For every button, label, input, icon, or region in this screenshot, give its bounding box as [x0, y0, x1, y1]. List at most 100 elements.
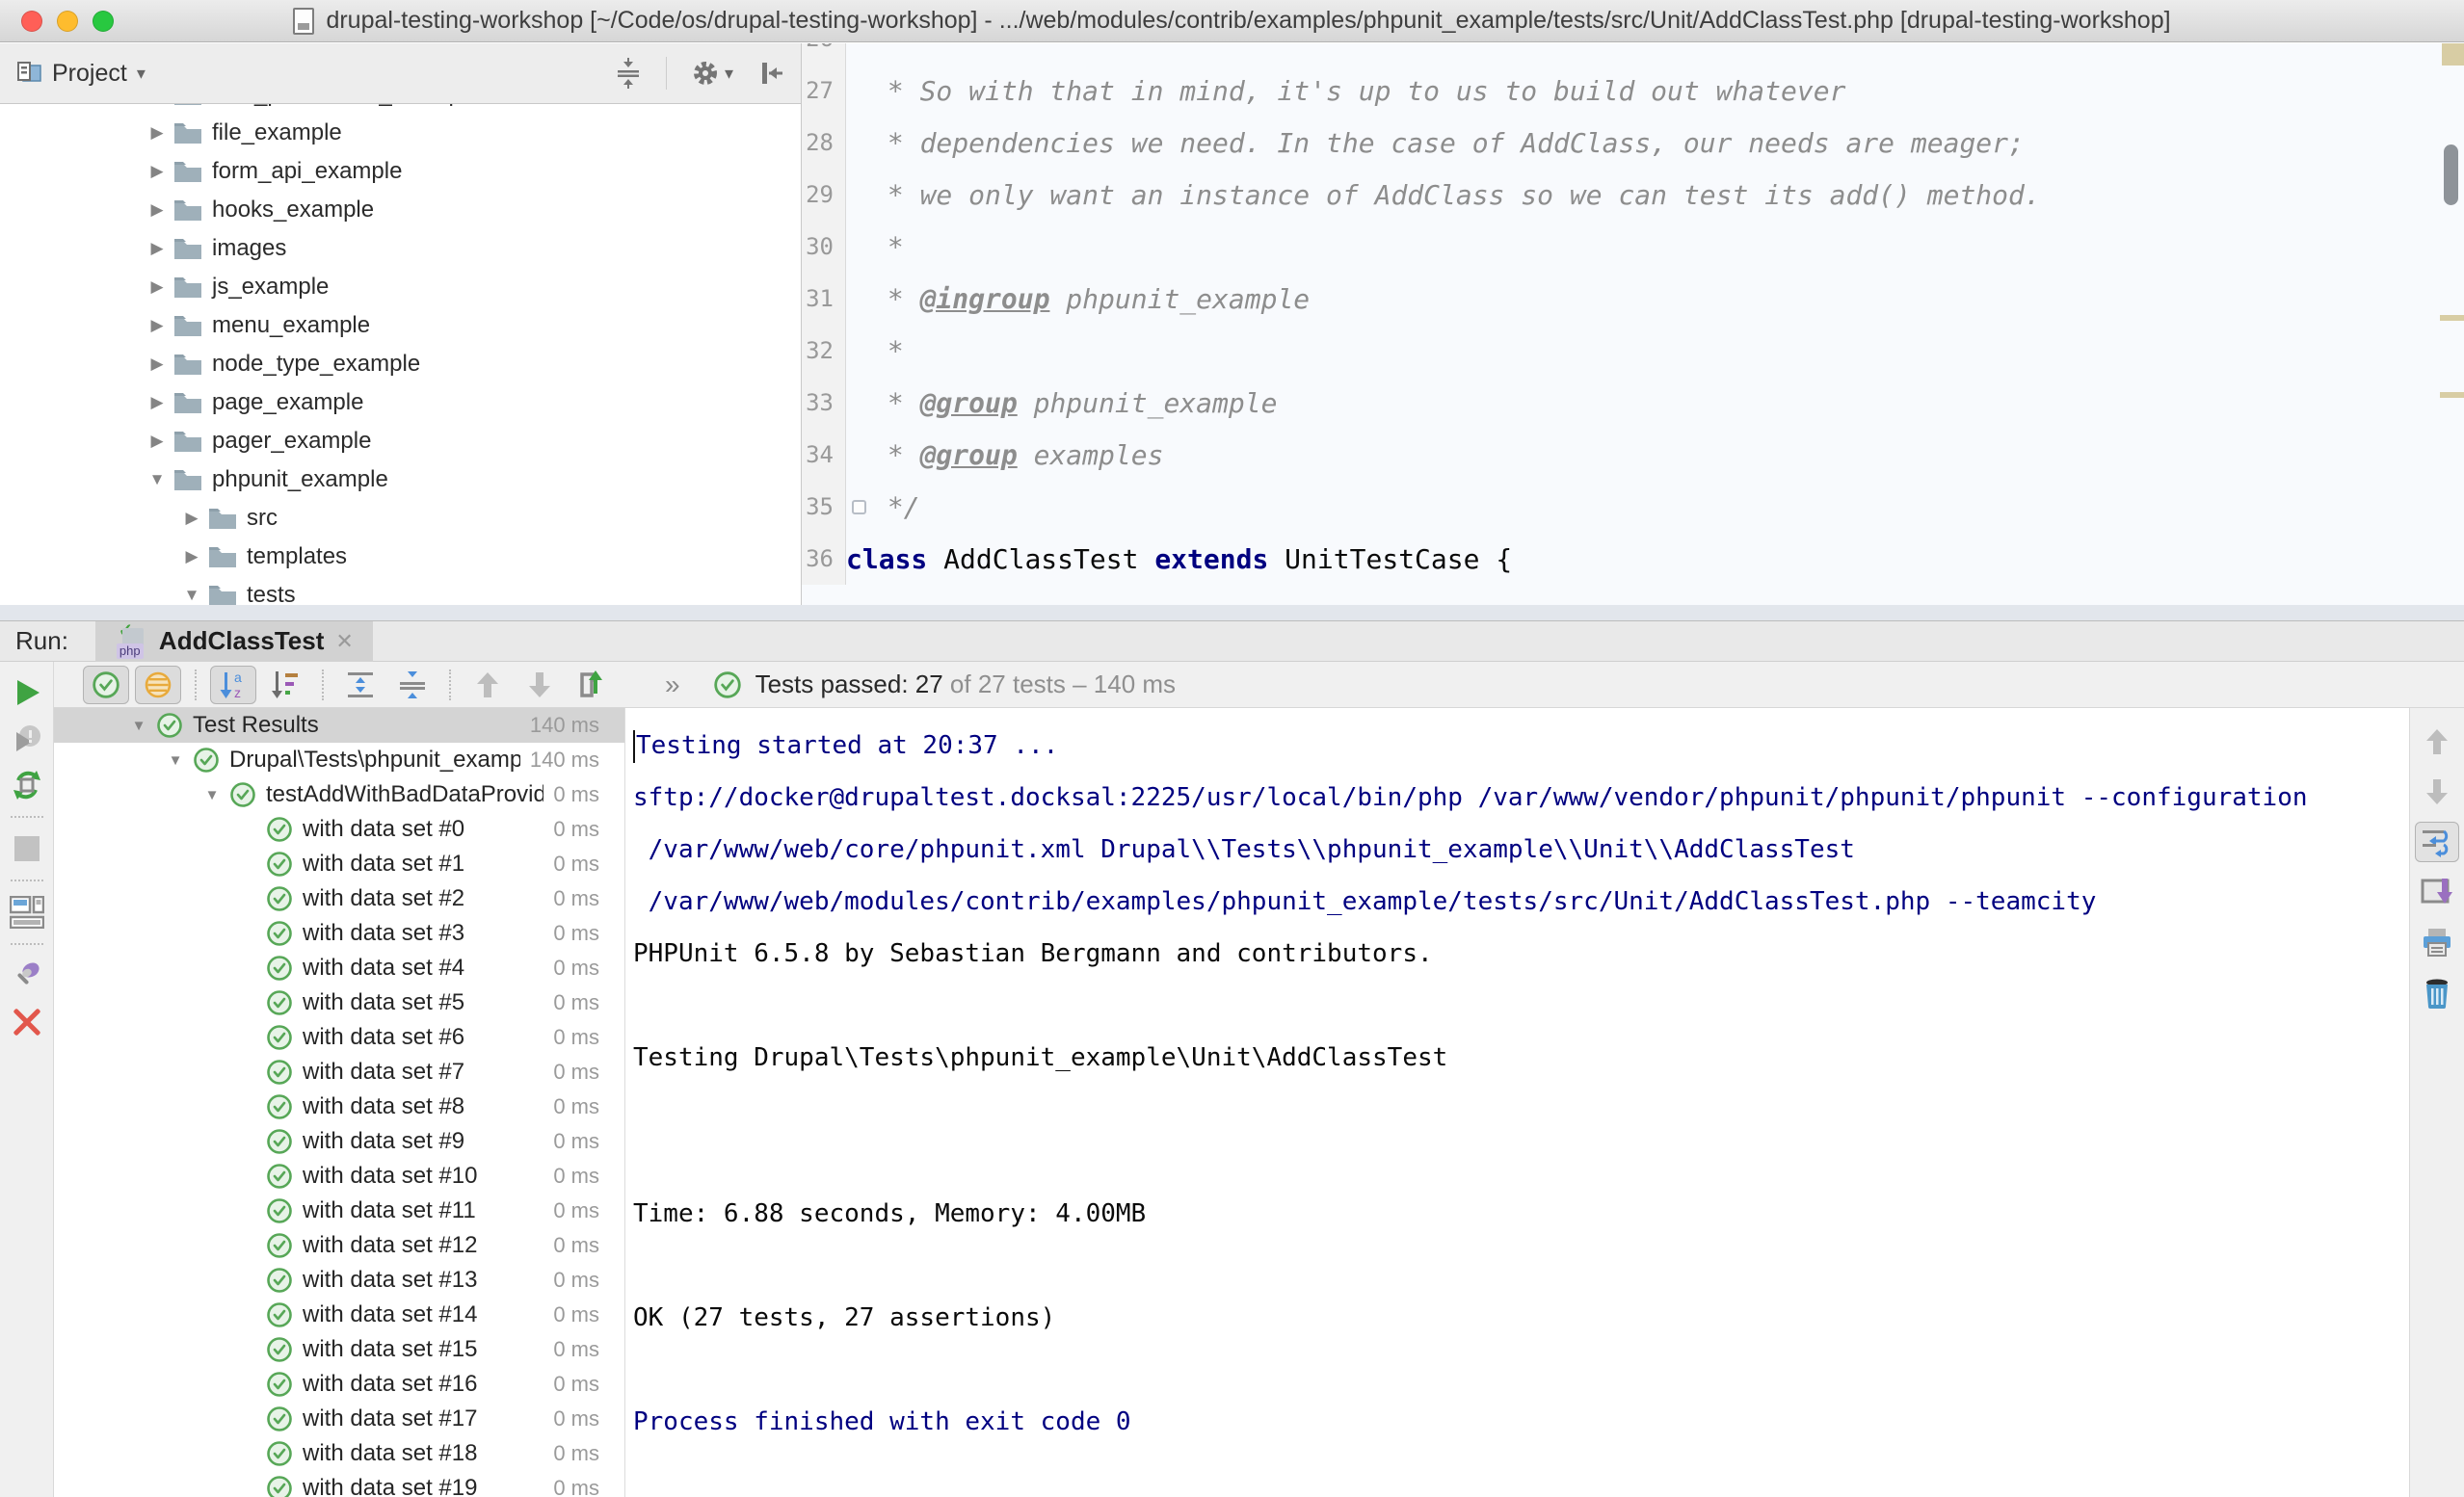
- test-tree-row[interactable]: with data set #4 0 ms: [54, 951, 624, 985]
- gear-dropdown-chevron-icon[interactable]: ▾: [725, 64, 733, 84]
- gutter-icon-slot[interactable]: [846, 429, 871, 481]
- rerun-failed-tests-button[interactable]: [11, 716, 43, 762]
- gutter-icon-slot[interactable]: [846, 43, 871, 65]
- run-tab-addclasstest[interactable]: ✓ php AddClassTest ✕: [95, 621, 373, 662]
- test-tree-row[interactable]: with data set #3 0 ms: [54, 916, 624, 951]
- tree-expand-arrow-icon[interactable]: [145, 393, 170, 412]
- test-results-tree[interactable]: Test Results 140 ms Drupal\Tests\phpunit…: [54, 708, 624, 1497]
- up-the-stack-trace-button[interactable]: [2415, 722, 2459, 762]
- project-tree-item[interactable]: hooks_example: [0, 191, 801, 229]
- tree-expand-arrow-icon[interactable]: [195, 787, 229, 803]
- close-window-button[interactable]: [21, 11, 42, 32]
- tree-expand-arrow-icon[interactable]: [145, 162, 170, 181]
- tree-expand-arrow-icon[interactable]: [179, 547, 204, 566]
- test-tree-row[interactable]: with data set #11 0 ms: [54, 1194, 624, 1228]
- editor-line[interactable]: 34 * @group examples: [802, 429, 2464, 481]
- project-tree-item[interactable]: node_type_example: [0, 345, 801, 383]
- test-tree-row[interactable]: with data set #14 0 ms: [54, 1298, 624, 1332]
- horizontal-scroll-strip[interactable]: [0, 605, 2464, 620]
- editor-line[interactable]: 29 * we only want an instance of AddClas…: [802, 169, 2464, 221]
- expand-all-button[interactable]: [337, 666, 384, 704]
- restore-layout-button[interactable]: [10, 889, 44, 935]
- previous-failed-test-button[interactable]: [464, 666, 511, 704]
- editor-line[interactable]: 28 * dependencies we need. In the case o…: [802, 117, 2464, 169]
- editor-scrollbar-thumb[interactable]: [2444, 144, 2458, 205]
- hide-panel-icon[interactable]: [756, 59, 785, 88]
- run-console[interactable]: Testing started at 20:37 ...sftp://docke…: [624, 708, 2409, 1497]
- pin-tab-button[interactable]: [11, 953, 43, 999]
- test-tree-row[interactable]: with data set #15 0 ms: [54, 1332, 624, 1367]
- test-tree-row[interactable]: with data set #8 0 ms: [54, 1090, 624, 1124]
- project-dropdown-chevron-icon[interactable]: ▾: [137, 64, 146, 84]
- tree-expand-arrow-icon[interactable]: [179, 509, 204, 528]
- close-panel-button[interactable]: [13, 999, 41, 1045]
- next-failed-test-button[interactable]: [517, 666, 563, 704]
- collapse-all-button[interactable]: [389, 666, 436, 704]
- test-tree-row[interactable]: with data set #10 0 ms: [54, 1159, 624, 1194]
- tree-expand-arrow-icon[interactable]: [158, 752, 193, 769]
- editor-line[interactable]: 26: [802, 43, 2464, 65]
- editor-line[interactable]: 31 * @ingroup phpunit_example: [802, 273, 2464, 325]
- tree-expand-arrow-icon[interactable]: [145, 470, 170, 489]
- test-tree-row[interactable]: with data set #12 0 ms: [54, 1228, 624, 1263]
- editor[interactable]: 26 27 * So with that in mind, it's up to…: [802, 43, 2464, 605]
- test-tree-row[interactable]: with data set #13 0 ms: [54, 1263, 624, 1298]
- test-history-button[interactable]: [569, 666, 615, 704]
- project-tree-item[interactable]: pager_example: [0, 422, 801, 460]
- tree-expand-arrow-icon[interactable]: [145, 355, 170, 374]
- toolbar-overflow-chevrons[interactable]: »: [665, 670, 682, 700]
- tree-expand-arrow-icon[interactable]: [179, 586, 204, 605]
- rerun-button[interactable]: [12, 670, 42, 716]
- test-tree-row[interactable]: with data set #18 0 ms: [54, 1436, 624, 1471]
- editor-line[interactable]: 30 *: [802, 221, 2464, 273]
- show-ignored-toggle[interactable]: [135, 666, 181, 704]
- down-the-stack-trace-button[interactable]: [2415, 772, 2459, 812]
- project-panel-header[interactable]: Project ▾ ▾: [0, 43, 801, 104]
- project-tree[interactable]: field_permission_example file_example fo…: [0, 75, 801, 605]
- test-tree-row[interactable]: testAddWithBadDataProvider 0 ms: [54, 777, 624, 812]
- project-tree-item[interactable]: menu_example: [0, 306, 801, 345]
- gutter-icon-slot[interactable]: [846, 221, 871, 273]
- clear-all-button[interactable]: [2415, 972, 2459, 1012]
- gutter-icon-slot[interactable]: [846, 169, 871, 221]
- scroll-to-end-button[interactable]: [2415, 872, 2459, 912]
- tree-expand-arrow-icon[interactable]: [145, 200, 170, 220]
- gutter-icon-slot[interactable]: [846, 65, 871, 117]
- project-tree-item[interactable]: js_example: [0, 268, 801, 306]
- project-tree-item[interactable]: images: [0, 229, 801, 268]
- print-button[interactable]: [2415, 922, 2459, 962]
- gutter-icon-slot[interactable]: [846, 117, 871, 169]
- gutter-icon-slot[interactable]: [846, 481, 871, 533]
- close-tab-icon[interactable]: ✕: [335, 629, 353, 654]
- gutter-icon-slot[interactable]: [846, 377, 871, 429]
- tree-expand-arrow-icon[interactable]: [145, 316, 170, 335]
- project-tree-item[interactable]: tests: [0, 576, 801, 605]
- editor-line[interactable]: 33 * @group phpunit_example: [802, 377, 2464, 429]
- stop-button[interactable]: [14, 826, 40, 872]
- test-tree-row[interactable]: with data set #19 0 ms: [54, 1471, 624, 1497]
- editor-line[interactable]: 32 *: [802, 325, 2464, 377]
- gutter-icon-slot[interactable]: [846, 325, 871, 377]
- project-tree-item[interactable]: page_example: [0, 383, 801, 422]
- sort-alphabetically-toggle[interactable]: a z: [210, 666, 256, 704]
- tree-expand-arrow-icon[interactable]: [145, 277, 170, 297]
- project-tree-item[interactable]: file_example: [0, 114, 801, 152]
- test-tree-row[interactable]: with data set #7 0 ms: [54, 1055, 624, 1090]
- test-tree-row[interactable]: Drupal\Tests\phpunit_example\Unit\AddCla…: [54, 743, 624, 777]
- tree-expand-arrow-icon[interactable]: [145, 432, 170, 451]
- test-tree-row[interactable]: with data set #9 0 ms: [54, 1124, 624, 1159]
- gutter-icon-slot[interactable]: [846, 273, 871, 325]
- test-tree-row[interactable]: with data set #6 0 ms: [54, 1020, 624, 1055]
- editor-line[interactable]: 35 */: [802, 481, 2464, 533]
- test-tree-row[interactable]: with data set #2 0 ms: [54, 881, 624, 916]
- editor-line[interactable]: 36 class AddClassTest extends UnitTestCa…: [802, 533, 2464, 585]
- project-tree-item[interactable]: src: [0, 499, 801, 538]
- test-tree-row[interactable]: with data set #17 0 ms: [54, 1402, 624, 1436]
- show-passed-toggle[interactable]: [83, 666, 129, 704]
- collapse-all-icon[interactable]: [614, 58, 643, 89]
- project-tree-item[interactable]: templates: [0, 538, 801, 576]
- minimize-window-button[interactable]: [57, 11, 78, 32]
- tree-expand-arrow-icon[interactable]: [121, 718, 156, 734]
- tree-expand-arrow-icon[interactable]: [145, 123, 170, 143]
- tree-expand-arrow-icon[interactable]: [145, 239, 170, 258]
